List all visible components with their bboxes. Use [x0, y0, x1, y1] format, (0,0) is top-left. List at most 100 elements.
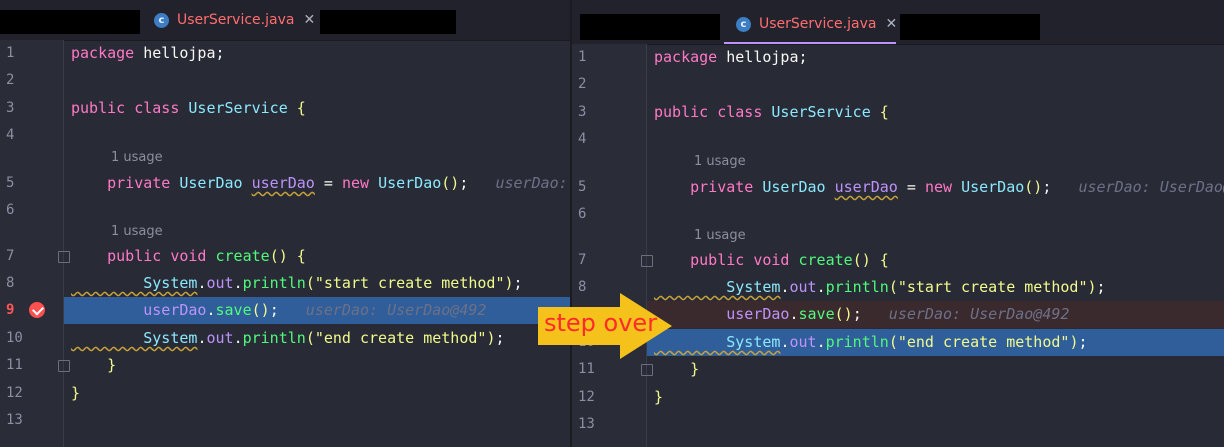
close-tab-icon[interactable]: ✕ — [885, 16, 897, 32]
code-token: } — [654, 360, 700, 378]
code-line: private UserDao userDao = new UserDao();… — [654, 174, 1224, 201]
code-token: } — [654, 388, 664, 406]
redacted-tab-block — [900, 14, 1040, 40]
code-token: UserService — [188, 99, 297, 117]
code-token: ( — [305, 274, 315, 292]
code-token: println — [242, 329, 306, 347]
code-line: public void create() { — [654, 247, 889, 274]
code-token: UserDao — [961, 178, 1025, 196]
code-token: println — [242, 274, 306, 292]
code-token: out — [206, 274, 234, 292]
line-number: 4 — [6, 127, 15, 143]
inline-debug-value: userDao: UserDao@492 — [861, 305, 1070, 323]
code-token: println — [825, 333, 889, 351]
code-line: userDao.save(); userDao: UserDao@492 — [71, 297, 486, 324]
code-token: create — [215, 247, 270, 265]
code-token: save — [215, 301, 252, 319]
code-token: System — [71, 329, 198, 347]
inline-debug-value: userDao: UserDao@492 — [1078, 178, 1224, 196]
line-number: 10 — [6, 330, 23, 346]
code-token: () — [251, 301, 270, 319]
line-number: 2 — [6, 72, 15, 88]
code-line: } — [654, 384, 663, 411]
inline-debug-value: userDao: UserDao@492 — [495, 174, 568, 192]
code-line: System.out.println("start create method"… — [654, 274, 1105, 301]
line-number: 1 — [6, 45, 15, 61]
code-line: public class UserService { — [71, 95, 306, 122]
code-token: out — [789, 333, 817, 351]
redacted-tab-block — [0, 10, 140, 34]
code-token: = — [314, 174, 342, 192]
code-line: System.out.println("end create method"); — [71, 325, 504, 352]
code-token: userDao — [71, 301, 207, 319]
code-token: ( — [888, 278, 898, 296]
code-token: userDao — [654, 305, 790, 323]
redacted-tab-block — [580, 14, 720, 40]
code-token: private — [654, 178, 763, 196]
code-line: System.out.println("start create method"… — [71, 270, 523, 297]
code-token: create — [798, 251, 853, 269]
line-number: 1 — [578, 49, 587, 65]
code-line: } — [71, 352, 116, 379]
code-token: UserDao — [378, 174, 442, 192]
line-number: 7 — [578, 252, 587, 268]
code-token: println — [825, 278, 889, 296]
code-token: . — [233, 274, 243, 292]
code-line: package hellojpa; — [654, 44, 808, 71]
usage-hint[interactable]: 1 usage — [111, 222, 163, 242]
code-token: ( — [305, 329, 315, 347]
code-token: ; — [852, 305, 862, 323]
line-number: 2 — [578, 76, 587, 92]
code-token: . — [233, 329, 243, 347]
code-token: () — [1024, 178, 1043, 196]
line-number: 11 — [578, 361, 595, 377]
code-token: "start create method" — [897, 278, 1088, 296]
code-token: new — [341, 174, 379, 192]
line-number: 3 — [578, 104, 587, 120]
line-number: 6 — [578, 206, 587, 222]
breakpoint-icon[interactable] — [29, 302, 45, 318]
code-token: () — [441, 174, 460, 192]
code-token: () — [834, 305, 853, 323]
line-number: 7 — [6, 248, 15, 264]
line-number: 12 — [578, 389, 595, 405]
code-token: UserDao — [179, 174, 252, 192]
code-token: out — [206, 329, 234, 347]
code-token: save — [798, 305, 835, 323]
right-editor-pane: c UserService.java ✕ 1 usage 1 usage 1 pack… — [572, 0, 1224, 447]
line-number: 11 — [6, 357, 23, 373]
code-token: private — [71, 174, 180, 192]
fold-marker-icon[interactable] — [58, 251, 70, 263]
tab-label: UserService.java — [177, 12, 295, 28]
fold-marker-icon[interactable] — [641, 255, 653, 267]
fold-marker-icon[interactable] — [641, 364, 653, 376]
code-line: userDao.save(); userDao: UserDao@492 — [654, 301, 1069, 328]
left-tab-userservice[interactable]: c UserService.java ✕ — [154, 12, 315, 28]
code-line: public class UserService { — [654, 99, 889, 126]
usage-hint[interactable]: 1 usage — [694, 152, 746, 172]
code-token: System — [71, 274, 198, 292]
usage-hint[interactable]: 1 usage — [694, 226, 746, 246]
right-tab-userservice[interactable]: c UserService.java ✕ — [736, 16, 897, 32]
code-line: package hellojpa; — [71, 40, 225, 67]
code-token: UserDao — [762, 178, 835, 196]
usage-hint[interactable]: 1 usage — [111, 148, 163, 168]
code-token: . — [816, 333, 826, 351]
code-token: public class — [654, 103, 772, 121]
code-token: userDao — [834, 178, 898, 196]
code-token: . — [816, 278, 826, 296]
code-line: } — [71, 380, 80, 407]
step-over-label: step over — [544, 309, 658, 337]
code-token: out — [789, 278, 817, 296]
code-token: = — [897, 178, 925, 196]
code-token: { — [879, 103, 889, 121]
fold-marker-icon[interactable] — [58, 360, 70, 372]
line-number: 4 — [578, 131, 587, 147]
line-number: 13 — [578, 416, 595, 432]
close-tab-icon[interactable]: ✕ — [303, 12, 315, 28]
line-number: 8 — [6, 275, 15, 291]
right-tab-bar: c UserService.java ✕ — [572, 0, 1224, 45]
line-number: 5 — [6, 175, 15, 191]
line-number: 5 — [578, 179, 587, 195]
code-token: ; — [513, 274, 523, 292]
